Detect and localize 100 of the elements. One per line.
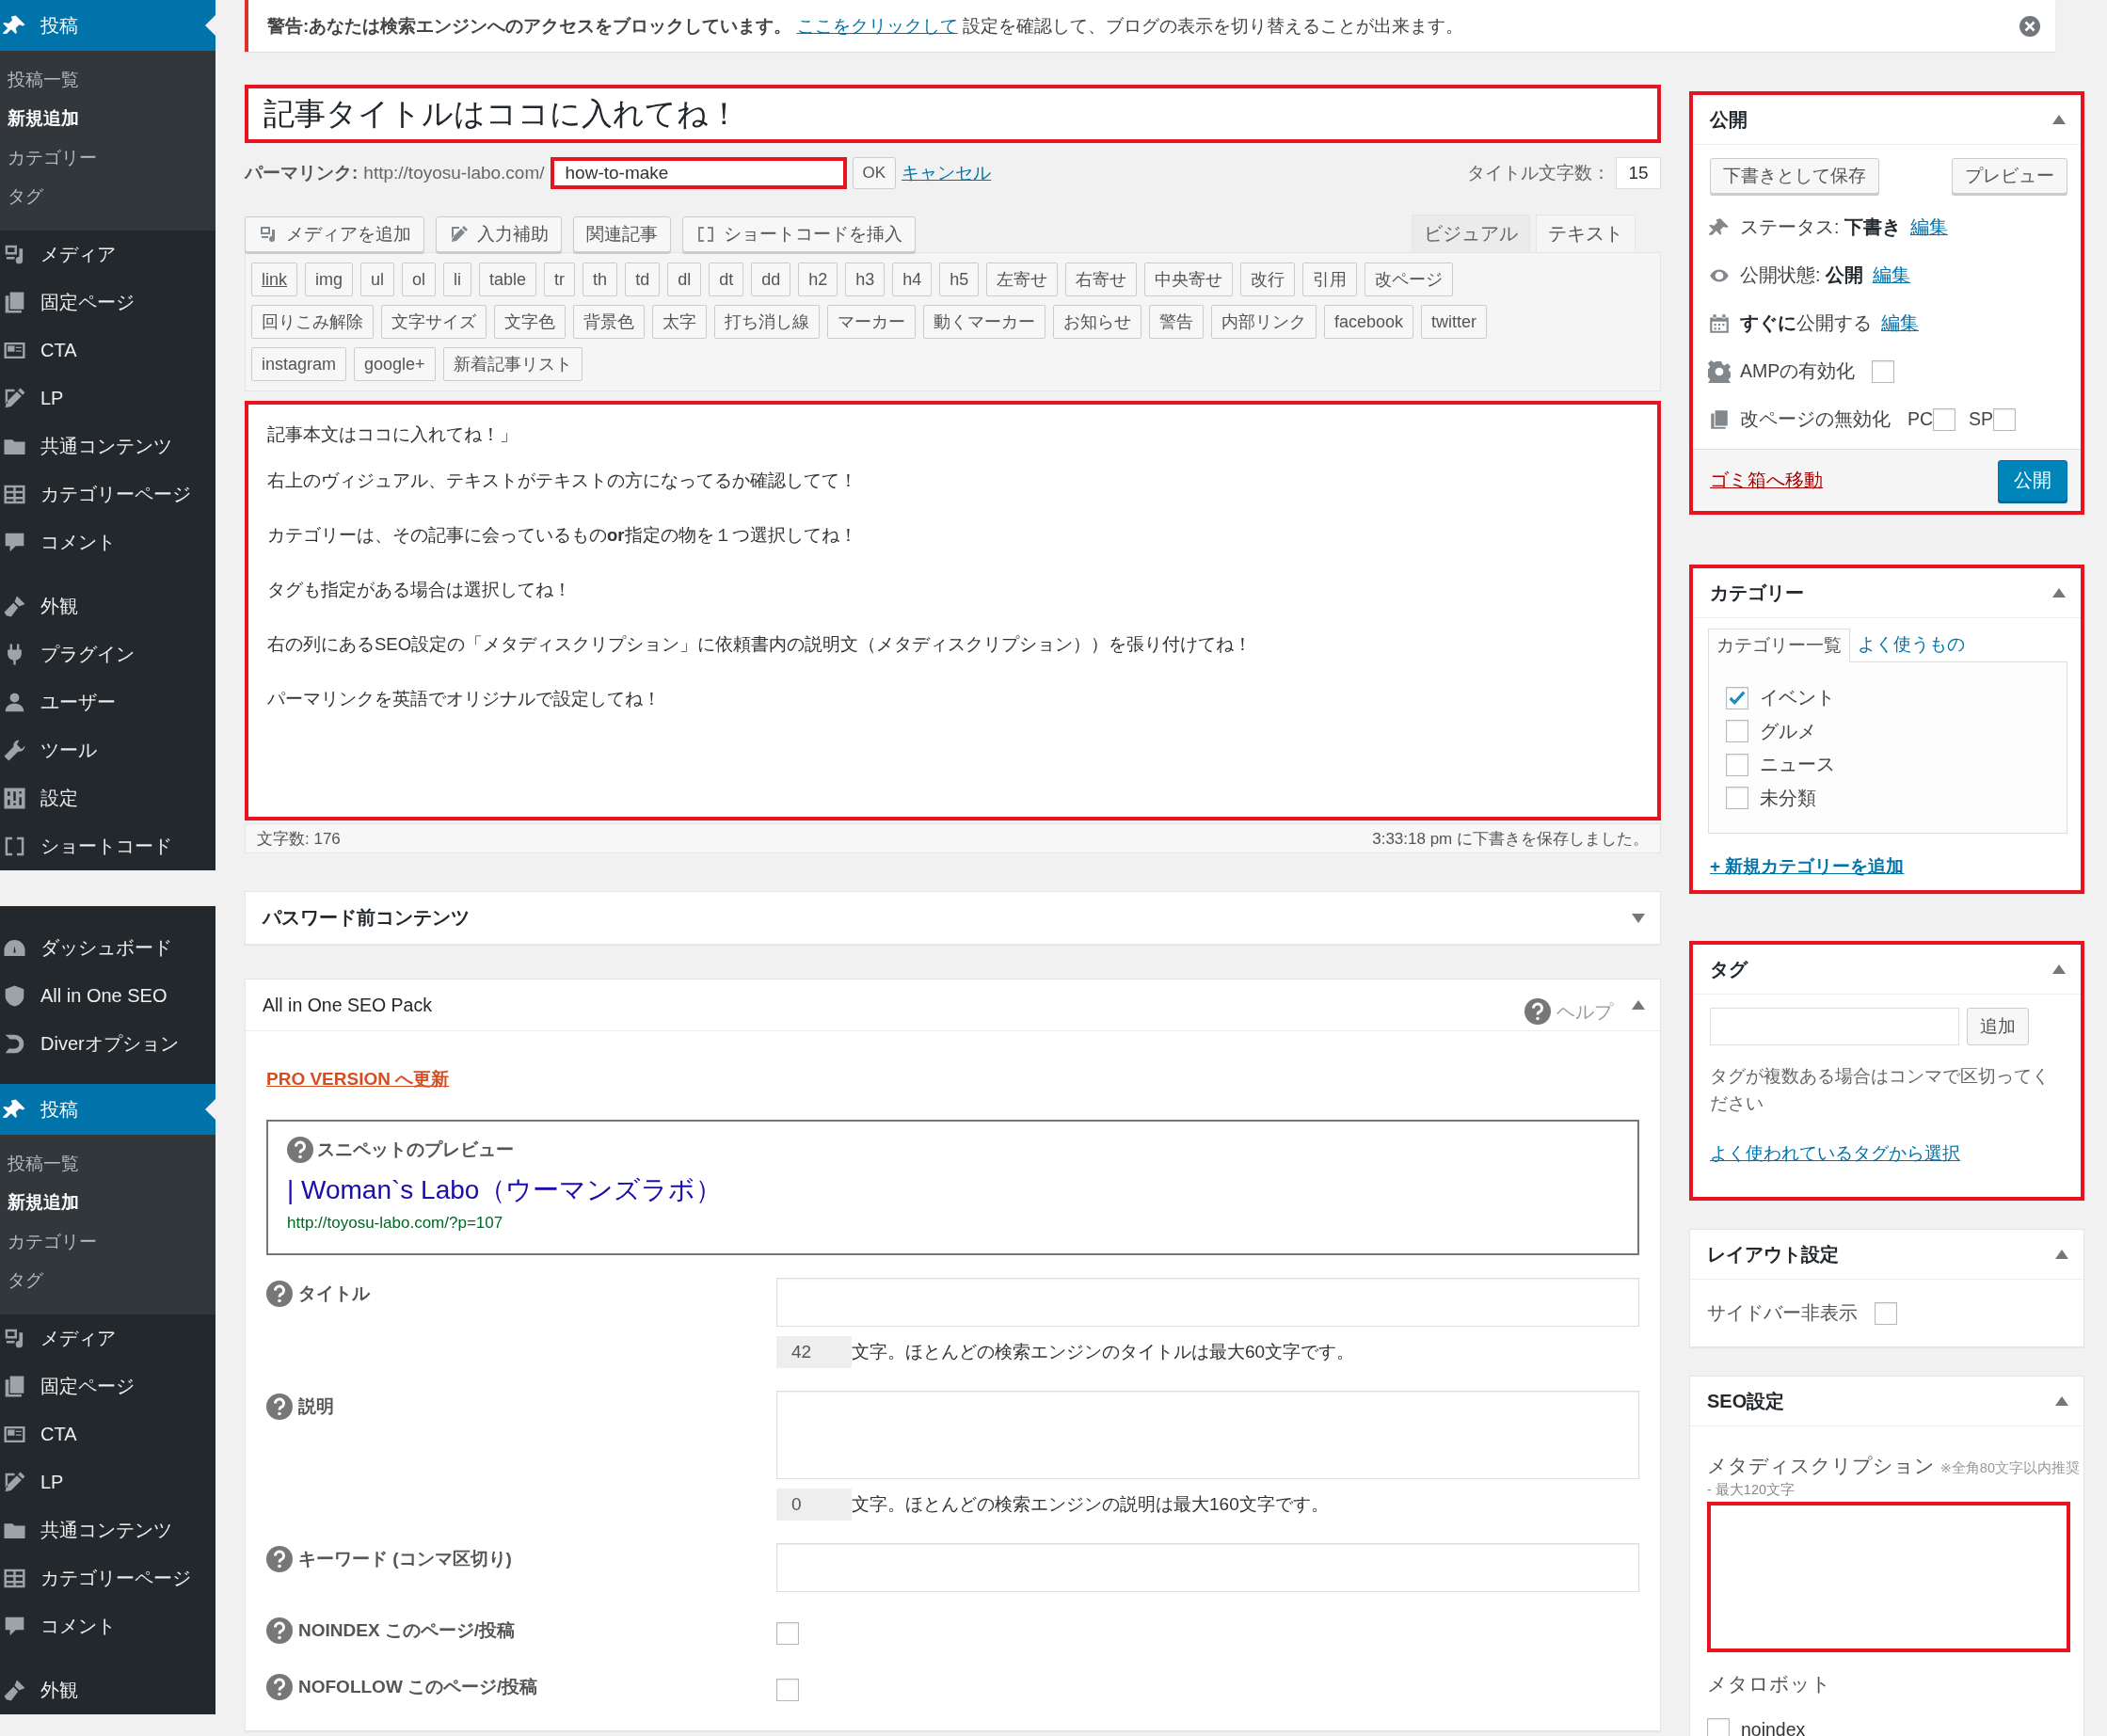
quicktag-button[interactable]: dd (751, 263, 791, 296)
menu-item[interactable]: コメント (0, 518, 215, 566)
menu-item[interactable]: メディア (0, 231, 215, 279)
menu-item[interactable]: カテゴリーページ (0, 1554, 215, 1602)
quicktag-button[interactable]: 右寄せ (1065, 263, 1138, 296)
quicktag-button[interactable]: h5 (939, 263, 980, 296)
popular-tags-link[interactable]: よく使われているタグから選択 (1710, 1141, 1960, 1166)
slug-field[interactable]: how-to-make (550, 157, 847, 189)
toggle-arrow-icon[interactable] (2055, 1250, 2068, 1259)
upgrade-link[interactable]: PRO VERSION へ更新 (266, 1067, 450, 1091)
menu-item[interactable]: コメント (0, 1602, 215, 1650)
checkbox[interactable] (776, 1679, 799, 1701)
quicktag-button[interactable]: link (251, 263, 297, 296)
quicktag-button[interactable]: 改行 (1240, 263, 1296, 296)
title-field[interactable]: 記事タイトルはココに入れてね！ (245, 85, 1661, 143)
help-icon[interactable] (266, 1281, 293, 1307)
quicktag-button[interactable]: th (583, 263, 618, 296)
meta-description-field[interactable] (1707, 1502, 2070, 1652)
quicktag-button[interactable]: 引用 (1302, 263, 1358, 296)
quicktag-button[interactable]: google+ (354, 347, 436, 381)
menu-item[interactable]: ユーザー (0, 678, 215, 726)
quicktag-button[interactable]: 内部リンク (1211, 305, 1317, 339)
help-icon[interactable] (266, 1674, 293, 1700)
submenu-item[interactable]: 投稿一覧 (0, 1144, 215, 1184)
quicktag-button[interactable]: 新着記事リスト (442, 347, 583, 381)
checkbox[interactable] (776, 1622, 799, 1645)
save-draft-button[interactable]: 下書きとして保存 (1710, 158, 1879, 194)
ok-button[interactable]: OK (852, 157, 897, 189)
editor-tab[interactable]: ビジュアル (1412, 215, 1530, 252)
help-icon[interactable] (1524, 998, 1551, 1025)
checkbox[interactable] (1726, 686, 1748, 709)
input-field[interactable] (776, 1278, 1639, 1327)
quicktag-button[interactable]: instagram (251, 347, 347, 381)
preview-button[interactable]: プレビュー (1952, 158, 2067, 194)
checkbox[interactable] (1726, 720, 1748, 743)
quicktag-button[interactable]: 警告 (1149, 305, 1204, 339)
notice-link[interactable]: ここをクリックして (796, 15, 958, 36)
submenu-item[interactable]: カテゴリー (0, 138, 215, 178)
menu-item[interactable]: ダッシュボード (0, 924, 215, 972)
checkbox[interactable] (1707, 1718, 1730, 1736)
trash-link[interactable]: ゴミ箱へ移動 (1710, 468, 1823, 493)
toggle-arrow-icon[interactable] (2052, 588, 2066, 597)
menu-item[interactable]: LP (0, 374, 215, 422)
quicktag-button[interactable]: twitter (1421, 305, 1488, 339)
quicktag-button[interactable]: tr (544, 263, 576, 296)
quicktag-button[interactable]: h3 (845, 263, 886, 296)
quicktag-button[interactable]: h4 (892, 263, 933, 296)
submenu-item[interactable]: 投稿一覧 (0, 60, 215, 100)
checkbox[interactable] (1933, 407, 1956, 431)
menu-item[interactable]: メディア (0, 1314, 215, 1362)
toolbar-button[interactable]: 関連記事 (573, 216, 671, 252)
quicktag-button[interactable]: table (479, 263, 537, 296)
quicktag-button[interactable]: facebook (1324, 305, 1414, 339)
quicktag-button[interactable]: マーカー (827, 305, 916, 339)
menu-item[interactable]: CTA (0, 326, 215, 374)
menu-item[interactable]: ショートコード (0, 822, 215, 870)
submenu-item[interactable]: カテゴリー (0, 1222, 215, 1262)
edit-link[interactable]: 編集 (1872, 263, 1910, 288)
toggle-arrow-icon[interactable] (1632, 1000, 1645, 1010)
quicktag-button[interactable]: h2 (798, 263, 838, 296)
edit-link[interactable]: 編集 (1909, 215, 1948, 240)
checkbox[interactable] (1726, 787, 1748, 810)
editor-tab[interactable]: テキスト (1536, 215, 1636, 252)
menu-item[interactable]: 投稿 (0, 0, 215, 51)
quicktag-button[interactable]: dt (709, 263, 744, 296)
checkbox[interactable] (1993, 407, 2017, 431)
input-field[interactable] (776, 1543, 1639, 1592)
quicktag-button[interactable]: li (443, 263, 472, 296)
toggle-arrow-icon[interactable] (2055, 1396, 2068, 1406)
checkbox[interactable] (1726, 753, 1748, 776)
checkbox[interactable] (1872, 359, 1895, 383)
menu-item[interactable]: Diverオプション (0, 1020, 215, 1068)
quicktag-button[interactable]: 回りこみ解除 (251, 305, 374, 339)
cancel-link[interactable]: キャンセル (902, 161, 992, 185)
toolbar-button[interactable]: メディアを追加 (245, 216, 424, 252)
submenu-item[interactable]: タグ (0, 177, 215, 216)
menu-item[interactable]: 共通コンテンツ (0, 422, 215, 470)
textarea-field[interactable] (776, 1391, 1639, 1479)
help-icon[interactable] (266, 1617, 293, 1644)
help-icon[interactable] (266, 1546, 293, 1572)
category-tab[interactable]: カテゴリー一覧 (1708, 629, 1850, 662)
quicktag-button[interactable]: 文字サイズ (381, 305, 487, 339)
toolbar-button[interactable]: ショートコードを挿入 (682, 216, 916, 252)
menu-item[interactable]: カテゴリーページ (0, 470, 215, 518)
quicktag-button[interactable]: 動くマーカー (923, 305, 1046, 339)
editor-body[interactable]: 記事本文はココに入れてね！」 右上のヴィジュアル、テキストがテキストの方になってるか確認してて！ カテゴリーは、その記事に会っているものor指定の物を１つ選択してね！ タグも指定がある場合は選択してね！ 右の列にあるSEO設定の「メタディスクリプション」に依頼書内の説明文（メタディスクリプション））を張り付けてね！ パーマリンクを英語でオリジナルで設定してね！ (245, 401, 1661, 820)
menu-item[interactable]: 外観 (0, 1666, 215, 1714)
quicktag-button[interactable]: td (625, 263, 661, 296)
menu-item[interactable]: 設定 (0, 774, 215, 822)
menu-item[interactable]: プラグイン (0, 630, 215, 678)
toggle-arrow-icon[interactable] (1632, 913, 1645, 923)
menu-item[interactable]: All in One SEO (0, 972, 215, 1020)
menu-item[interactable]: 共通コンテンツ (0, 1506, 215, 1554)
close-icon[interactable] (2019, 15, 2040, 37)
submenu-item[interactable]: 新規追加 (0, 1183, 215, 1222)
toggle-arrow-icon[interactable] (2052, 115, 2066, 124)
quicktag-button[interactable]: 背景色 (573, 305, 645, 339)
snippet-title-link[interactable]: | Woman`s Labo（ウーマンズラボ） (287, 1172, 723, 1208)
toggle-arrow-icon[interactable] (2052, 964, 2066, 974)
menu-item[interactable]: 固定ページ (0, 1362, 215, 1410)
